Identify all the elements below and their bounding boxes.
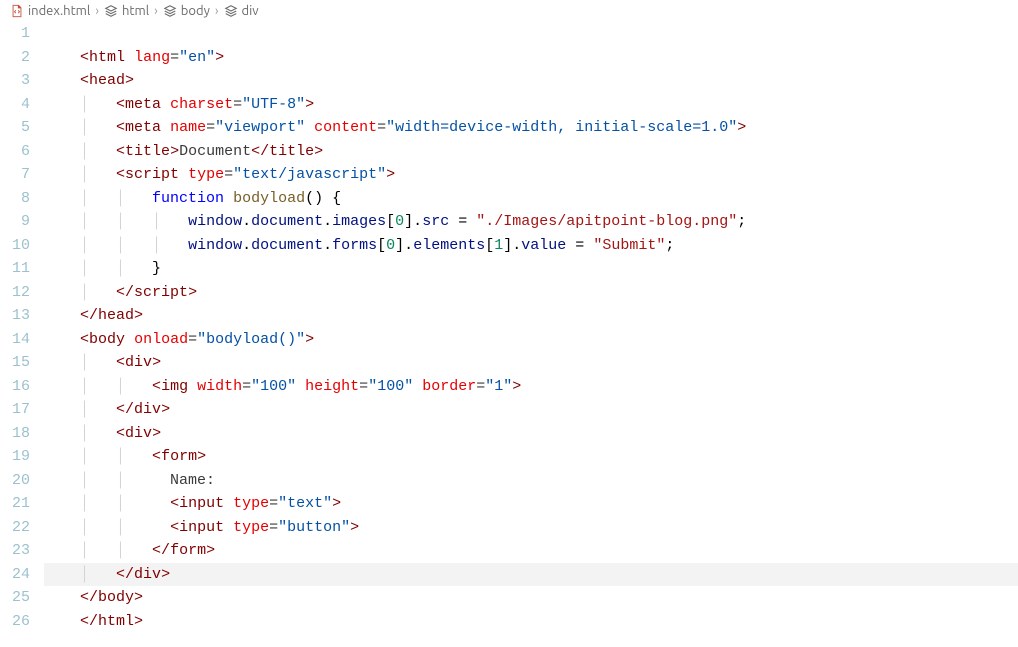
line-number: 25 [0, 586, 30, 610]
line-number: 13 [0, 304, 30, 328]
chevron-right-icon: › [153, 4, 159, 18]
file-code-icon [10, 4, 24, 18]
breadcrumb-item-html[interactable]: html [104, 4, 149, 18]
breadcrumb: index.html › html › body › div [0, 0, 1018, 22]
code-line[interactable]: │ │ function bodyload() { [44, 187, 1018, 211]
symbol-icon [163, 4, 177, 18]
line-number: 16 [0, 375, 30, 399]
code-line[interactable]: │ <div> [44, 351, 1018, 375]
chevron-right-icon: › [94, 4, 100, 18]
symbol-icon [224, 4, 238, 18]
line-number: 8 [0, 187, 30, 211]
code-line[interactable]: <body onload="bodyload()"> [44, 328, 1018, 352]
code-line[interactable]: </html> [44, 610, 1018, 634]
code-line[interactable]: │ │ │ window.document.forms[0].elements[… [44, 234, 1018, 258]
line-number: 2 [0, 46, 30, 70]
breadcrumb-label: div [242, 4, 259, 18]
code-line[interactable]: │ </div> [44, 398, 1018, 422]
line-number: 19 [0, 445, 30, 469]
line-number: 14 [0, 328, 30, 352]
line-number: 24 [0, 563, 30, 587]
breadcrumb-label: html [122, 4, 149, 18]
code-line[interactable]: <head> [44, 69, 1018, 93]
line-number: 21 [0, 492, 30, 516]
code-line[interactable]: │ </div> [44, 563, 1018, 587]
line-number: 12 [0, 281, 30, 305]
breadcrumb-label: index.html [28, 4, 90, 18]
code-line[interactable]: │ <meta charset="UTF-8"> [44, 93, 1018, 117]
code-line[interactable]: │ <script type="text/javascript"> [44, 163, 1018, 187]
breadcrumb-item-file[interactable]: index.html [10, 4, 90, 18]
code-line[interactable]: </head> [44, 304, 1018, 328]
code-line[interactable]: │ <meta name="viewport" content="width=d… [44, 116, 1018, 140]
line-number: 23 [0, 539, 30, 563]
code-line[interactable]: │ <title>Document</title> [44, 140, 1018, 164]
line-number: 6 [0, 140, 30, 164]
line-number: 22 [0, 516, 30, 540]
line-number: 17 [0, 398, 30, 422]
code-line[interactable]: │ │ Name: [44, 469, 1018, 493]
breadcrumb-label: body [181, 4, 210, 18]
line-number: 7 [0, 163, 30, 187]
line-number: 10 [0, 234, 30, 258]
code-line[interactable]: │ │ │ window.document.images[0].src = ".… [44, 210, 1018, 234]
line-number: 11 [0, 257, 30, 281]
line-number: 26 [0, 610, 30, 634]
code-line[interactable] [44, 22, 1018, 46]
line-number: 5 [0, 116, 30, 140]
code-line[interactable]: │ </script> [44, 281, 1018, 305]
code-line[interactable]: <html lang="en"> [44, 46, 1018, 70]
line-number-gutter: 1234567891011121314151617181920212223242… [0, 22, 44, 647]
code-area[interactable]: <html lang="en"> <head> │ <meta charset=… [44, 22, 1018, 647]
breadcrumb-item-body[interactable]: body [163, 4, 210, 18]
code-line[interactable]: │ <div> [44, 422, 1018, 446]
line-number: 18 [0, 422, 30, 446]
code-line[interactable]: │ │ <input type="text"> [44, 492, 1018, 516]
code-line[interactable]: │ │ <img width="100" height="100" border… [44, 375, 1018, 399]
line-number: 9 [0, 210, 30, 234]
code-editor[interactable]: 1234567891011121314151617181920212223242… [0, 22, 1018, 647]
code-line[interactable]: </body> [44, 586, 1018, 610]
code-line[interactable]: │ │ </form> [44, 539, 1018, 563]
line-number: 1 [0, 22, 30, 46]
symbol-icon [104, 4, 118, 18]
line-number: 3 [0, 69, 30, 93]
line-number: 4 [0, 93, 30, 117]
chevron-right-icon: › [214, 4, 220, 18]
code-line[interactable]: │ │ <input type="button"> [44, 516, 1018, 540]
code-line[interactable]: │ │ } [44, 257, 1018, 281]
breadcrumb-item-div[interactable]: div [224, 4, 259, 18]
code-line[interactable]: │ │ <form> [44, 445, 1018, 469]
line-number: 20 [0, 469, 30, 493]
line-number: 15 [0, 351, 30, 375]
